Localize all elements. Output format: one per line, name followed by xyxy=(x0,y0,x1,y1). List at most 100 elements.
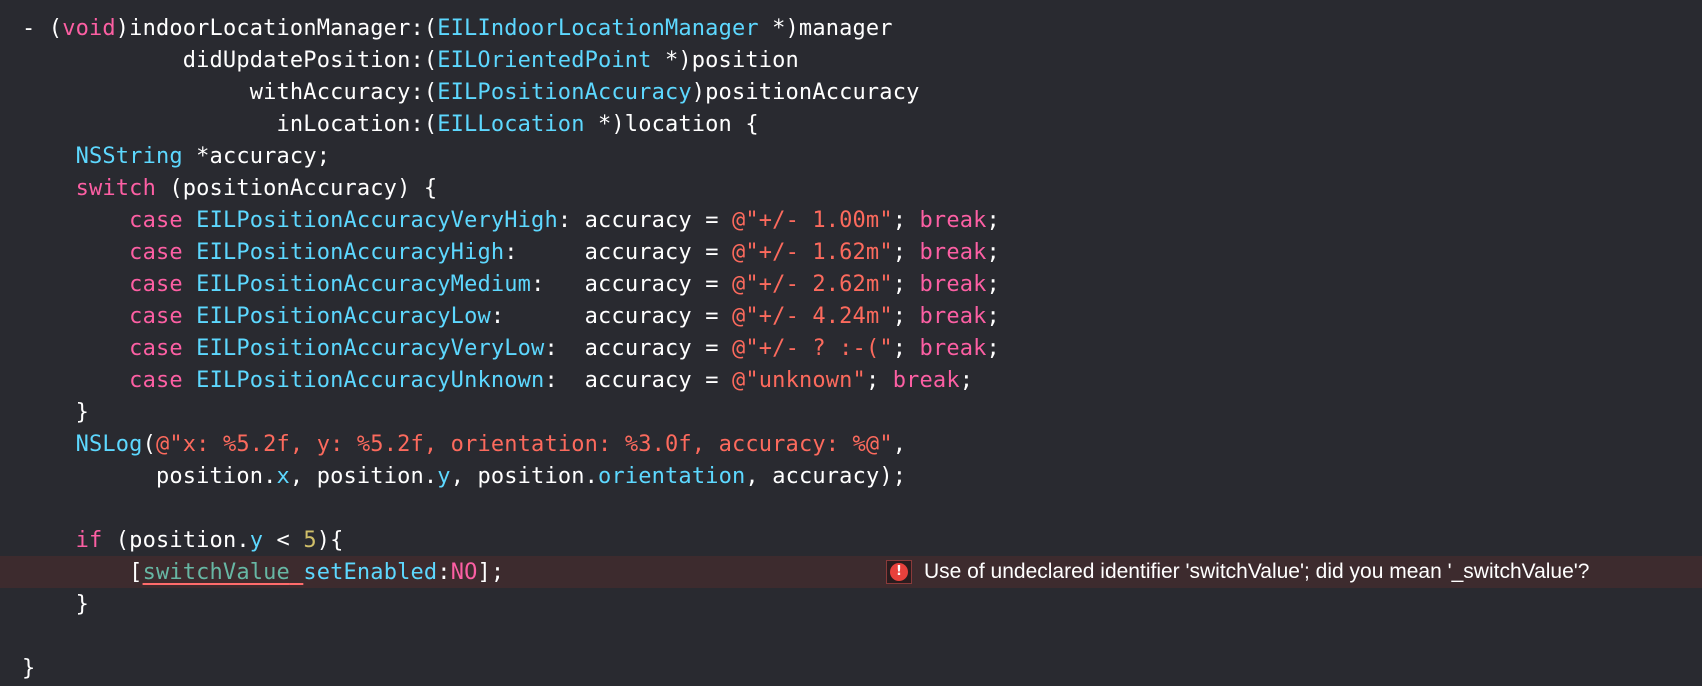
code-token: EILIndoorLocationManager xyxy=(437,16,759,41)
code-token: *)position xyxy=(651,48,799,73)
code-token: @"+/- 1.00m" xyxy=(731,208,893,233)
code-token: EILPositionAccuracyLow xyxy=(196,304,491,329)
code-token: @"+/- 4.24m" xyxy=(732,304,893,329)
code-token: ; xyxy=(892,336,920,361)
code-line[interactable]: withAccuracy:(EILPositionAccuracy)positi… xyxy=(22,77,920,109)
exclamation-icon[interactable]: ! xyxy=(886,560,912,584)
code-line[interactable]: didUpdatePosition:(EILOrientedPoint *)po… xyxy=(22,45,799,77)
code-token: y xyxy=(249,528,264,553)
code-editor[interactable]: - (void)indoorLocationManager:(EILIndoor… xyxy=(0,0,1702,686)
code-token: case xyxy=(129,336,183,361)
code-line[interactable]: if (position.y < 5){ xyxy=(22,525,344,557)
code-token: : xyxy=(437,560,451,585)
code-token: 5 xyxy=(303,528,317,553)
code-token: } xyxy=(22,656,36,681)
code-token: : accuracy = xyxy=(490,304,732,329)
code-token: (positionAccuracy) { xyxy=(155,176,438,201)
code-token: orientation xyxy=(598,464,746,489)
code-token: ]; xyxy=(477,560,505,585)
code-token: : accuracy = xyxy=(557,208,732,233)
code-token: ; xyxy=(986,304,1000,329)
code-token: break xyxy=(919,240,987,265)
code-token: : accuracy = xyxy=(544,336,732,361)
code-token: switchValue xyxy=(142,560,290,585)
code-token: *accuracy; xyxy=(182,144,331,169)
code-token: ; xyxy=(892,304,920,329)
code-token: : accuracy = xyxy=(504,240,732,265)
code-token: < xyxy=(263,528,304,553)
code-line[interactable]: switch (positionAccuracy) { xyxy=(22,173,438,205)
code-token: position. xyxy=(22,464,277,489)
code-line[interactable]: case EILPositionAccuracyVeryLow: accurac… xyxy=(22,333,1000,365)
code-token: *)manager xyxy=(758,16,893,41)
code-token: , position. xyxy=(450,464,599,489)
code-token: ; xyxy=(986,272,1000,297)
code-token: ; xyxy=(986,240,1000,265)
code-token: , position. xyxy=(289,464,438,489)
code-token: break xyxy=(919,208,987,233)
code-token: @"+/- ? :-(" xyxy=(732,336,893,361)
code-token: NO xyxy=(450,560,478,585)
code-line[interactable]: } xyxy=(22,397,89,429)
code-token: withAccuracy:( xyxy=(22,80,438,105)
code-token: )positionAccuracy xyxy=(691,80,920,105)
code-token: ; xyxy=(959,368,974,393)
code-line[interactable]: case EILPositionAccuracyHigh: accuracy =… xyxy=(22,237,1000,269)
code-token: )indoorLocationManager:( xyxy=(115,16,438,41)
code-line[interactable]: } xyxy=(22,589,89,621)
code-line[interactable]: position.x, position.y, position.orienta… xyxy=(22,461,906,493)
code-token: ; xyxy=(892,272,920,297)
code-token: (position. xyxy=(102,528,250,553)
code-token: void xyxy=(62,16,116,41)
code-token: case xyxy=(129,272,183,297)
code-line[interactable]: case EILPositionAccuracyUnknown: accurac… xyxy=(22,365,973,397)
code-token: break xyxy=(919,304,987,329)
code-token: y xyxy=(437,464,451,489)
code-line[interactable]: - (void)indoorLocationManager:(EILIndoor… xyxy=(22,13,893,45)
code-token: , xyxy=(892,432,907,457)
inline-error-annotation[interactable]: ! Use of undeclared identifier 'switchVa… xyxy=(886,556,1589,588)
code-token: @"+/- 2.62m" xyxy=(732,272,893,297)
code-line[interactable]: inLocation:(EILLocation *)location { xyxy=(22,109,759,141)
code-token: *)location { xyxy=(584,112,759,137)
code-token: : accuracy = xyxy=(544,368,732,393)
code-line[interactable]: NSString *accuracy; xyxy=(22,141,330,173)
code-token: ; xyxy=(892,208,920,233)
code-token: ; xyxy=(986,336,1000,361)
code-line[interactable]: [switchValue setEnabled:NO]; xyxy=(22,557,504,589)
code-token: case xyxy=(129,240,183,265)
code-token: EILOrientedPoint xyxy=(437,48,652,73)
code-token: didUpdatePosition:( xyxy=(22,48,438,73)
code-line[interactable]: case EILPositionAccuracyMedium: accuracy… xyxy=(22,269,1000,301)
code-token: ; xyxy=(986,208,1000,233)
error-icon-glyph: ! xyxy=(890,563,908,581)
code-token: EILPositionAccuracyVeryLow xyxy=(196,336,545,361)
code-token: if xyxy=(75,528,103,553)
code-token: case xyxy=(129,304,183,329)
error-message: Use of undeclared identifier 'switchValu… xyxy=(924,560,1590,583)
code-line[interactable]: case EILPositionAccuracyVeryHigh: accura… xyxy=(22,205,1000,237)
code-token: switch xyxy=(75,176,156,201)
code-line[interactable]: case EILPositionAccuracyLow: accuracy = … xyxy=(22,301,1000,333)
code-line[interactable]: NSLog(@"x: %5.2f, y: %5.2f, orientation:… xyxy=(22,429,906,461)
code-token: break xyxy=(892,368,960,393)
code-token: EILLocation xyxy=(437,112,585,137)
code-line[interactable]: } xyxy=(22,653,35,685)
code-token: ){ xyxy=(316,528,344,553)
code-token: ; xyxy=(892,240,920,265)
